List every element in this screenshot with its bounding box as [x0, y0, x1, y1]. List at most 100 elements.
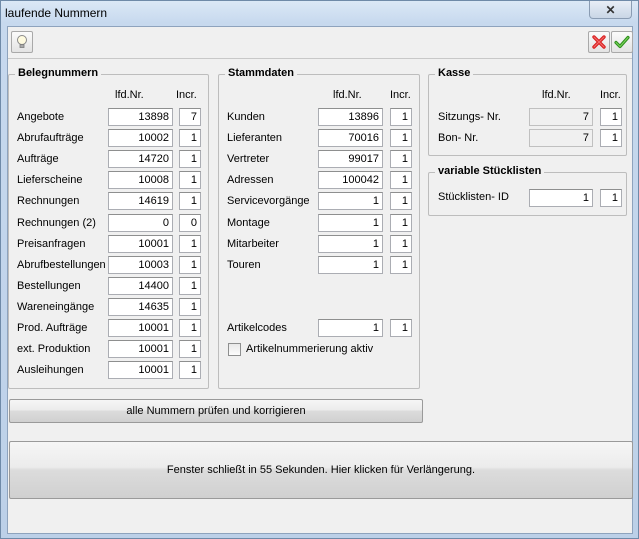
belegnummern-row-label: Rechnungen: [17, 195, 80, 208]
belegnummern-row-label: Prod. Aufträge: [17, 322, 88, 334]
stuecklisten-title: variable Stücklisten: [435, 165, 545, 177]
belegnummern-nr-input[interactable]: 10001: [108, 319, 173, 337]
window-title: laufende Nummern: [5, 6, 108, 20]
stammdaten-incr-input[interactable]: 1: [390, 171, 412, 190]
extend-timer-button[interactable]: Fenster schließt in 55 Sekunden. Hier kl…: [9, 441, 633, 499]
kasse-row-label: Sitzungs- Nr.: [438, 111, 501, 123]
stammdaten-incr-input[interactable]: 1: [390, 129, 412, 148]
belegnummern-nr-input[interactable]: 10008: [108, 171, 173, 190]
stammdaten-row-label: Touren: [227, 258, 261, 271]
stammdaten-incr-input[interactable]: 1: [390, 192, 412, 211]
belegnummern-incr-input[interactable]: 1: [179, 171, 201, 190]
stammdaten-row-label: Servicevorgänge: [227, 195, 310, 208]
lightbulb-icon: [17, 35, 27, 48]
close-icon: ✕: [605, 2, 616, 17]
belegnummern-title: Belegnummern: [15, 67, 102, 79]
window-close-button[interactable]: ✕: [589, 1, 632, 19]
stammdaten-nr-input[interactable]: 1: [318, 192, 383, 211]
check-all-numbers-button[interactable]: alle Nummern prüfen und korrigieren: [9, 399, 423, 423]
stammdaten-incr-input[interactable]: 1: [390, 150, 412, 169]
stammdaten-incr-input[interactable]: 1: [390, 213, 412, 232]
stammdaten-incr-input[interactable]: 1: [390, 108, 412, 126]
belegnummern-nr-input[interactable]: 10001: [108, 361, 173, 380]
artikelnummerierung-checkbox[interactable]: [228, 343, 241, 356]
stammdaten-nr-input[interactable]: 1: [318, 213, 383, 232]
kasse-title: Kasse: [435, 67, 474, 79]
stammdaten-incr-input[interactable]: 1: [390, 255, 412, 274]
belegnummern-incr-input[interactable]: 1: [179, 276, 201, 295]
belegnummern-incr-input[interactable]: 1: [179, 297, 201, 316]
stammdaten-row-label: Kunden: [227, 111, 265, 123]
stammdaten-row-label: Lieferanten: [227, 132, 283, 145]
stuecklisten-id-label: Stücklisten- ID: [438, 191, 509, 203]
belegnummern-header-nr: lfd.Nr.: [115, 89, 144, 101]
kasse-incr-input[interactable]: 1: [600, 129, 622, 147]
belegnummern-nr-input[interactable]: 10001: [108, 340, 173, 359]
belegnummern-row-label: Preisanfragen: [17, 237, 86, 250]
cancel-button[interactable]: [588, 31, 610, 53]
artikelnummerierung-checkbox-label: Artikelnummerierung aktiv: [246, 343, 374, 355]
kasse-header-incr: Incr.: [600, 89, 621, 101]
belegnummern-incr-input[interactable]: 1: [179, 234, 201, 253]
belegnummern-nr-input[interactable]: 10001: [108, 234, 173, 253]
belegnummern-row-label: ext. Produktion: [17, 343, 91, 356]
belegnummern-incr-input[interactable]: 1: [179, 361, 201, 380]
belegnummern-incr-input[interactable]: 1: [179, 255, 201, 274]
belegnummern-nr-input[interactable]: 14635: [108, 297, 173, 316]
stammdaten-nr-input[interactable]: 70016: [318, 129, 383, 148]
red-x-icon: [592, 35, 606, 49]
belegnummern-nr-input[interactable]: 14619: [108, 192, 173, 211]
stammdaten-row-label: Montage: [227, 216, 270, 229]
belegnummern-row-label: Lieferscheine: [17, 174, 83, 187]
belegnummern-incr-input[interactable]: 7: [179, 108, 201, 126]
belegnummern-nr-input[interactable]: 0: [108, 213, 173, 232]
dialog-client-area: Belegnummern lfd.Nr. Incr. Angebote 13898…: [7, 26, 633, 534]
belegnummern-incr-input[interactable]: 1: [179, 319, 201, 337]
belegnummern-row-label: Abrufbestellungen: [17, 258, 106, 271]
belegnummern-nr-input[interactable]: 13898: [108, 108, 173, 126]
stammdaten-header-nr: lfd.Nr.: [333, 89, 362, 101]
artikelcodes-nr-input[interactable]: 1: [318, 319, 383, 337]
stammdaten-nr-input[interactable]: 1: [318, 255, 383, 274]
kasse-incr-input[interactable]: 1: [600, 108, 622, 126]
belegnummern-row-label: Bestellungen: [17, 279, 81, 292]
check-all-numbers-label: alle Nummern prüfen und korrigieren: [126, 405, 306, 417]
help-button[interactable]: [11, 31, 33, 53]
stammdaten-nr-input[interactable]: 99017: [318, 150, 383, 169]
stammdaten-incr-input[interactable]: 1: [390, 234, 412, 253]
belegnummern-nr-input[interactable]: 14720: [108, 150, 173, 169]
stammdaten-nr-input[interactable]: 1: [318, 234, 383, 253]
stammdaten-group: Stammdaten lfd.Nr. Incr. Kunden 13896 1 Lie…: [218, 67, 420, 389]
belegnummern-nr-input[interactable]: 14400: [108, 276, 173, 295]
stuecklisten-id-incr-input[interactable]: 1: [600, 189, 622, 207]
kasse-nr-input: 7: [529, 108, 593, 126]
belegnummern-row-label: Wareneingänge: [17, 300, 95, 313]
belegnummern-nr-input[interactable]: 10002: [108, 129, 173, 148]
artikelcodes-incr-input[interactable]: 1: [390, 319, 412, 337]
toolbar-separator: [8, 58, 632, 59]
belegnummern-row-label: Aufträge: [17, 153, 59, 166]
stuecklisten-group: variable Stücklisten Stücklisten- ID 1 1: [428, 165, 627, 216]
stammdaten-row-label: Adressen: [227, 174, 274, 187]
belegnummern-incr-input[interactable]: 1: [179, 340, 201, 359]
toolbar: [8, 27, 633, 59]
belegnummern-incr-input[interactable]: 1: [179, 150, 201, 169]
belegnummern-row-label: Abrufaufträge: [17, 132, 84, 145]
stuecklisten-id-nr-input[interactable]: 1: [529, 189, 593, 207]
stammdaten-nr-input[interactable]: 13896: [318, 108, 383, 126]
green-check-icon: [614, 35, 630, 49]
belegnummern-row-label: Rechnungen (2): [17, 216, 96, 229]
belegnummern-header-incr: Incr.: [176, 89, 197, 101]
stammdaten-row-label: Mitarbeiter: [227, 237, 279, 250]
kasse-nr-input: 7: [529, 129, 593, 147]
kasse-header-nr: lfd.Nr.: [542, 89, 571, 101]
title-bar: laufende Nummern ✕: [1, 1, 638, 25]
belegnummern-incr-input[interactable]: 1: [179, 129, 201, 148]
belegnummern-incr-input[interactable]: 1: [179, 192, 201, 211]
artikelcodes-label: Artikelcodes: [227, 322, 287, 334]
belegnummern-nr-input[interactable]: 10003: [108, 255, 173, 274]
stammdaten-row-label: Vertreter: [227, 153, 270, 166]
belegnummern-incr-input[interactable]: 0: [179, 213, 201, 232]
stammdaten-nr-input[interactable]: 100042: [318, 171, 383, 190]
ok-button[interactable]: [611, 31, 633, 53]
